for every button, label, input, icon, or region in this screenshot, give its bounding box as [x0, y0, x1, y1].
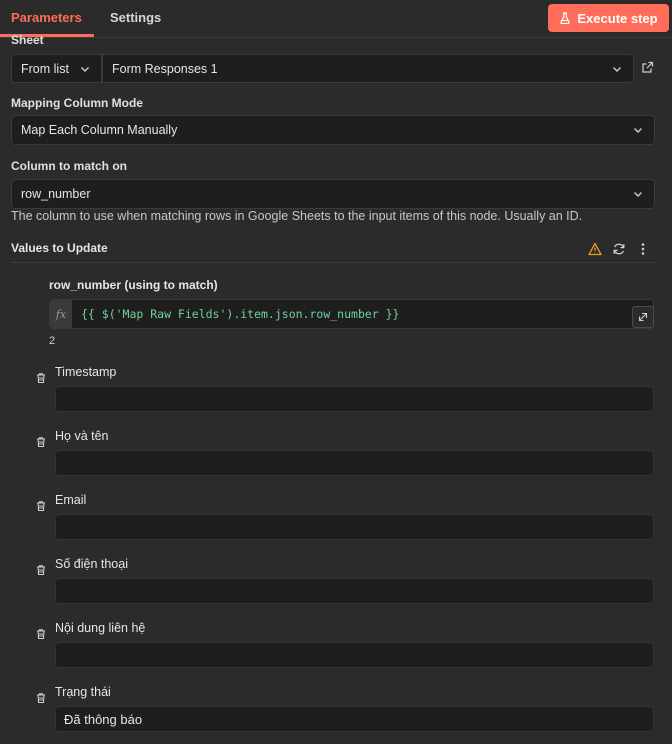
fx-icon: fx [50, 300, 72, 328]
execute-step-button[interactable]: Execute step [548, 4, 669, 32]
tab-settings[interactable]: Settings [110, 10, 161, 25]
chevron-down-icon [611, 63, 623, 75]
chevron-down-icon [632, 124, 644, 136]
value-field-input[interactable] [55, 642, 654, 668]
sheet-value: Form Responses 1 [112, 61, 218, 76]
mapping-mode-label: Mapping Column Mode [11, 96, 143, 110]
match-field-label: row_number (using to match) [49, 278, 218, 292]
column-to-match-hint: The column to use when matching rows in … [11, 209, 583, 223]
value-field-input[interactable] [55, 450, 654, 476]
value-field-label: Họ và tên [55, 429, 109, 443]
trash-icon[interactable] [35, 564, 47, 576]
column-to-match-value: row_number [21, 187, 91, 201]
trash-icon[interactable] [35, 628, 47, 640]
value-field-label: Trạng thái [55, 685, 111, 699]
sheet-mode-value: From list [21, 61, 69, 76]
trash-icon[interactable] [35, 500, 47, 512]
chevron-down-icon [632, 188, 644, 200]
expression-text[interactable]: {{ $('Map Raw Fields').item.json.row_num… [81, 307, 400, 321]
execute-step-label: Execute step [577, 10, 658, 26]
value-field-input[interactable] [55, 514, 654, 540]
expression-editor[interactable]: fx {{ $('Map Raw Fields').item.json.row_… [49, 299, 654, 329]
trash-icon[interactable] [35, 372, 47, 384]
sheet-mode-select[interactable]: From list [11, 54, 102, 83]
refresh-icon[interactable] [612, 242, 626, 256]
value-field-label: Email [55, 493, 87, 507]
open-expression-icon[interactable] [632, 306, 654, 328]
warning-icon[interactable] [588, 242, 602, 256]
section-divider [11, 262, 656, 263]
tab-parameters[interactable]: Parameters [11, 10, 82, 25]
value-field-label: Số điện thoại [55, 557, 128, 571]
column-to-match-select[interactable]: row_number [11, 179, 655, 209]
flask-icon [560, 12, 571, 24]
column-to-match-label: Column to match on [11, 159, 127, 173]
more-vertical-icon[interactable] [636, 242, 650, 256]
section-actions [588, 242, 650, 256]
chevron-down-icon [79, 63, 91, 75]
sheet-select[interactable]: Form Responses 1 [102, 54, 634, 83]
external-link-icon[interactable] [641, 61, 654, 74]
value-field-input[interactable] [55, 386, 654, 412]
sheet-label: Sheet [11, 33, 44, 47]
mapping-mode-value: Map Each Column Manually [21, 123, 178, 137]
value-field-label: Timestamp [55, 365, 117, 379]
panel-header: Parameters Settings Execute step [0, 0, 672, 38]
trash-icon[interactable] [35, 692, 47, 704]
value-field-input[interactable] [55, 578, 654, 604]
value-field-label: Nội dung liên hệ [55, 621, 146, 635]
values-to-update-title: Values to Update [11, 241, 108, 255]
expression-result: 2 [49, 335, 56, 347]
trash-icon[interactable] [35, 436, 47, 448]
value-field-input[interactable]: Đã thông báo [55, 706, 654, 732]
mapping-mode-select[interactable]: Map Each Column Manually [11, 115, 655, 145]
